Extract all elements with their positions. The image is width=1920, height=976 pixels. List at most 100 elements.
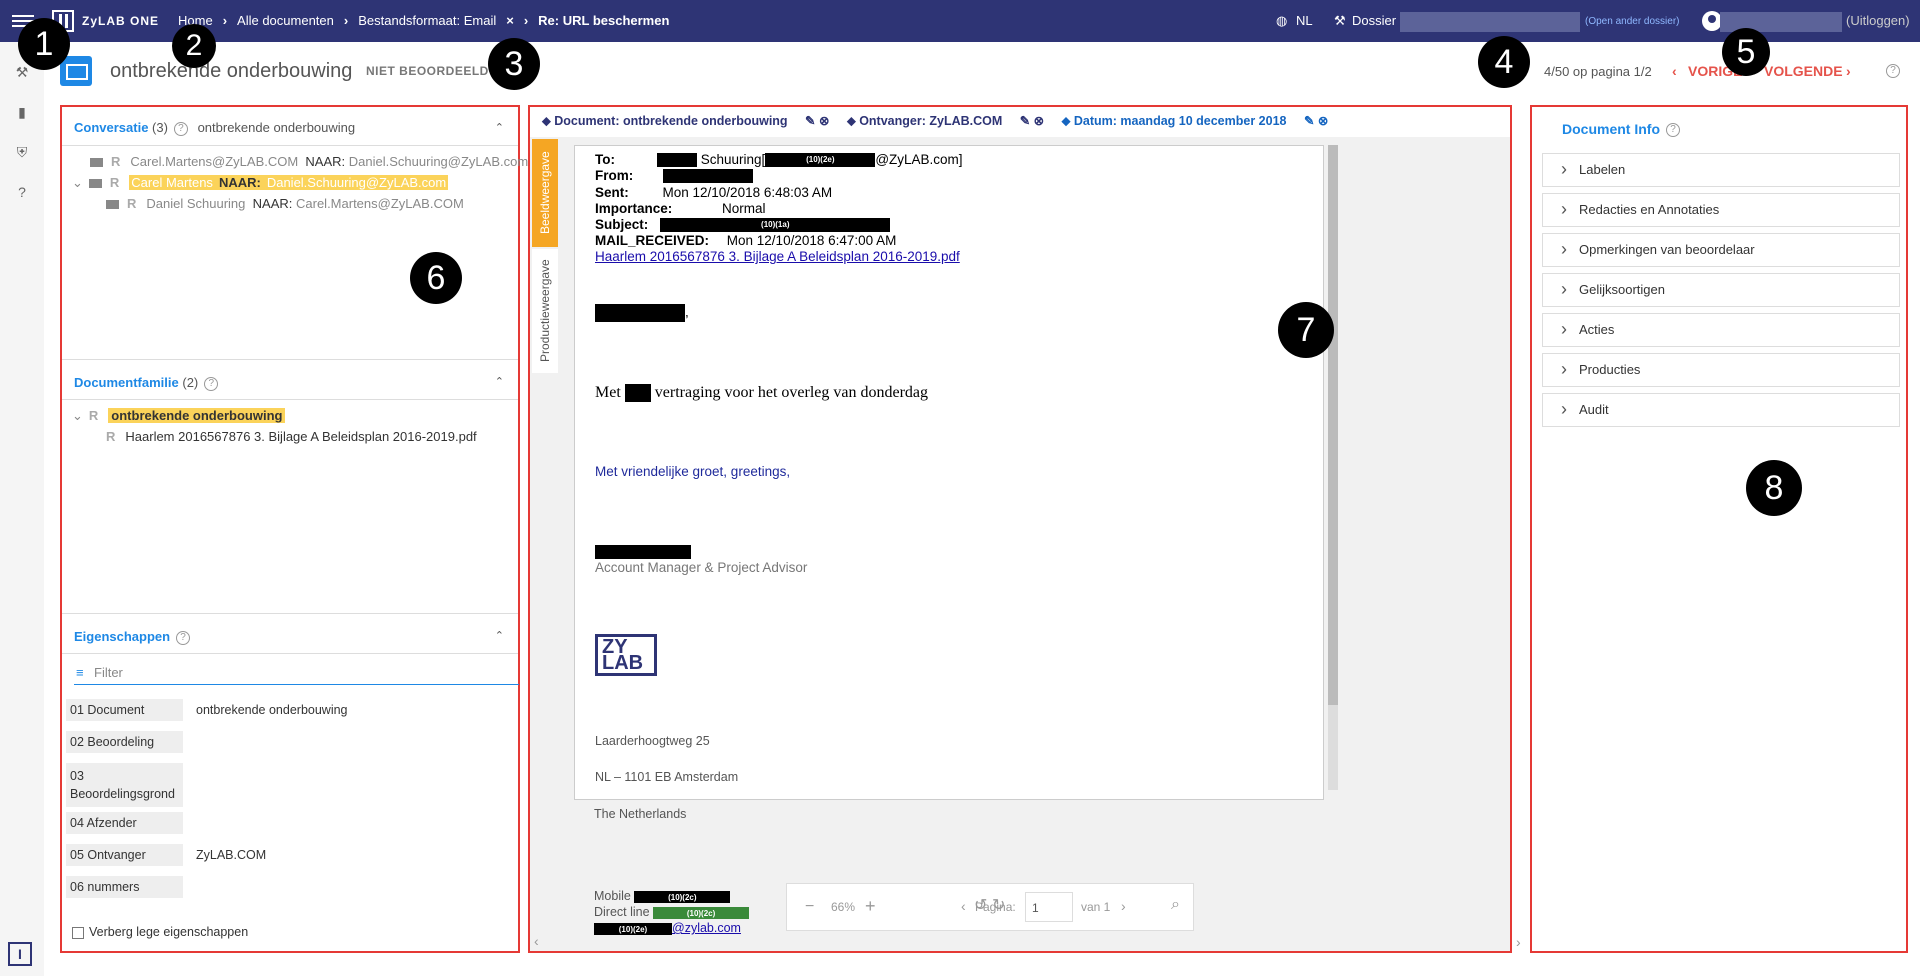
property-value[interactable]: ZyLAB.COM bbox=[192, 844, 270, 866]
zoom-out-icon[interactable]: − bbox=[805, 898, 814, 916]
globe-icon[interactable]: ◍ bbox=[1276, 13, 1287, 29]
chevron-left-icon[interactable]: ‹ bbox=[534, 933, 539, 949]
chevron-right-icon[interactable]: › bbox=[1121, 898, 1126, 914]
zoom-in-icon[interactable]: + bbox=[865, 896, 876, 917]
family-item-selected[interactable]: ⌄ Rontbrekende onderbouwing bbox=[72, 408, 286, 424]
body-text-post: vertraging voor het overleg van donderda… bbox=[654, 384, 929, 401]
tag-date[interactable]: ⬥ Datum: maandag 10 december 2018 ✎ ⊗ bbox=[1062, 114, 1329, 128]
next-button[interactable]: VOLGENDE bbox=[1764, 63, 1843, 79]
vertical-scrollbar[interactable] bbox=[1328, 145, 1338, 790]
property-key: 01 Document bbox=[66, 699, 183, 721]
viewer-panel: ⬥ Document: ontbrekende onderbouwing ✎ ⊗… bbox=[528, 105, 1512, 953]
logout-link[interactable]: (Uitloggen) bbox=[1846, 13, 1910, 28]
redaction bbox=[663, 169, 754, 184]
help-icon[interactable]: ? bbox=[173, 121, 188, 136]
redaction-code: (10)(2e) bbox=[594, 922, 672, 935]
user-avatar-icon[interactable] bbox=[1702, 11, 1722, 31]
dossier-name-redacted bbox=[1400, 12, 1580, 32]
search-icon[interactable]: ⌕ bbox=[1171, 896, 1180, 914]
hide-empty-checkbox[interactable]: Verberg lege eigenschappen bbox=[72, 925, 248, 939]
property-value[interactable] bbox=[192, 731, 200, 739]
conversation-header[interactable]: Conversatie (3)? ontbrekende onderbouwin… bbox=[74, 120, 355, 136]
property-key: 06 nummers bbox=[66, 876, 183, 898]
breadcrumb-file-format[interactable]: Bestandsformaat: Email bbox=[358, 13, 496, 28]
r-icon: R bbox=[111, 154, 121, 169]
tab-production-view[interactable]: Productieweergave bbox=[532, 249, 558, 373]
section-audit[interactable]: Audit bbox=[1542, 393, 1900, 427]
dossier-label[interactable]: Dossier bbox=[1352, 13, 1396, 28]
marker-3: 3 bbox=[488, 38, 540, 90]
help-icon[interactable]: ? bbox=[176, 630, 191, 645]
family-header[interactable]: Documentfamilie (2)? bbox=[74, 375, 219, 391]
divider bbox=[62, 359, 518, 360]
direct-label: Direct line bbox=[594, 905, 650, 919]
open-other-dossier-link[interactable]: (Open ander dossier) bbox=[1585, 16, 1680, 27]
email-body-line: Met vertraging voor het overleg van dond… bbox=[595, 384, 929, 403]
chevron-down-icon[interactable]: ⌄ bbox=[72, 408, 83, 423]
bar-chart-icon[interactable]: ▮ bbox=[14, 104, 30, 120]
importance-label: Importance: bbox=[595, 201, 673, 216]
naar-label: NAAR: bbox=[252, 196, 293, 211]
email-domain[interactable]: @zylab.com bbox=[672, 921, 741, 935]
property-key: 02 Beoordeling bbox=[66, 731, 183, 753]
help-icon[interactable]: ? bbox=[1666, 123, 1680, 138]
conversation-to: Daniel.Schuuring@ZyLAB.com bbox=[348, 154, 529, 169]
chevron-right-icon[interactable]: › bbox=[1516, 934, 1521, 950]
conversation-item[interactable]: R Daniel Schuuring NAAR: Carel.Martens@Zy… bbox=[106, 196, 464, 211]
shield-icon[interactable]: ⛨ bbox=[14, 144, 30, 160]
chevron-right-icon: › bbox=[523, 13, 529, 28]
chevron-left-icon[interactable]: ‹ bbox=[961, 898, 966, 914]
help-icon[interactable]: ? bbox=[204, 376, 219, 391]
attachment-link[interactable]: Haarlem 2016567876 3. Bijlage A Beleidsp… bbox=[595, 249, 960, 264]
breadcrumb-all-documents[interactable]: Alle documenten bbox=[237, 13, 334, 28]
greeting-line: Met vriendelijke groet, greetings, bbox=[595, 464, 791, 479]
conversation-item-selected[interactable]: ⌄ R Carel Martens NAAR: Daniel.Schuuring@ZyL… bbox=[72, 175, 449, 191]
property-value[interactable] bbox=[192, 812, 200, 820]
chevron-up-icon[interactable]: ⌃ bbox=[495, 375, 504, 388]
to-domain: @ZyLAB.com] bbox=[875, 152, 963, 167]
gavel-icon[interactable]: ⚒ bbox=[14, 64, 30, 80]
rotate-left-icon[interactable]: ↺ bbox=[974, 895, 987, 915]
redaction bbox=[595, 545, 691, 560]
mobile-label: Mobile bbox=[594, 889, 631, 903]
conversation-to: Carel.Martens@ZyLAB.COM bbox=[296, 196, 464, 211]
tag-document[interactable]: ⬥ Document: ontbrekende onderbouwing ✎ ⊗ bbox=[542, 114, 829, 128]
page-input[interactable]: 1 bbox=[1025, 892, 1073, 922]
chevron-right-icon[interactable]: › bbox=[1846, 63, 1851, 79]
property-value[interactable] bbox=[192, 876, 200, 884]
property-value[interactable]: ontbrekende onderbouwing bbox=[192, 699, 352, 721]
section-redactions[interactable]: Redacties en Annotaties bbox=[1542, 193, 1900, 227]
email-received-line: MAIL_RECEIVED: Mon 12/10/2018 6:47:00 AM bbox=[595, 233, 896, 248]
section-actions[interactable]: Acties bbox=[1542, 313, 1900, 347]
section-productions[interactable]: Producties bbox=[1542, 353, 1900, 387]
help-icon[interactable]: ? bbox=[1886, 64, 1900, 78]
close-icon[interactable]: × bbox=[506, 13, 514, 28]
chevron-up-icon[interactable]: ⌃ bbox=[495, 629, 504, 642]
help-icon[interactable]: ? bbox=[14, 184, 30, 200]
email-to-line: To: Schuuring[(10)(2e) @ZyLAB.com] bbox=[595, 152, 963, 168]
filter-input[interactable]: Filter bbox=[74, 663, 519, 685]
marker-6: 6 bbox=[410, 252, 462, 304]
section-labels[interactable]: Labelen bbox=[1542, 153, 1900, 187]
rotate-right-icon[interactable]: ↻ bbox=[992, 895, 1005, 915]
tab-image-view[interactable]: Beeldweergave bbox=[532, 139, 558, 247]
chevron-down-icon[interactable]: ⌄ bbox=[72, 175, 83, 190]
section-reviewer-comments[interactable]: Opmerkingen van beoordelaar bbox=[1542, 233, 1900, 267]
subject-label: Subject: bbox=[595, 217, 649, 232]
family-item[interactable]: R Haarlem 2016567876 3. Bijlage A Beleids… bbox=[106, 429, 477, 444]
section-similar[interactable]: Gelijksoortigen bbox=[1542, 273, 1900, 307]
properties-header[interactable]: Eigenschappen? bbox=[74, 629, 191, 645]
email-content: To: Schuuring[(10)(2e) @ZyLAB.com] From: … bbox=[595, 146, 1315, 799]
chevron-up-icon[interactable]: ⌃ bbox=[495, 121, 504, 134]
tag-recipient[interactable]: ⬥ Ontvanger: ZyLAB.COM ✎ ⊗ bbox=[847, 114, 1044, 128]
chevron-left-icon[interactable]: ‹ bbox=[1672, 63, 1677, 79]
checkbox-icon[interactable] bbox=[72, 926, 84, 939]
property-value[interactable] bbox=[192, 763, 200, 771]
brand-logo[interactable]: ZyLAB ONE bbox=[52, 10, 159, 32]
marker-2: 2 bbox=[172, 24, 216, 68]
marker-7: 7 bbox=[1278, 302, 1334, 358]
language-selector[interactable]: NL bbox=[1296, 13, 1313, 28]
conversation-item[interactable]: R Carel.Martens@ZyLAB.COM NAAR: Daniel.Sc… bbox=[90, 154, 528, 169]
email-from-line: From: bbox=[595, 168, 754, 184]
scroll-thumb[interactable] bbox=[1328, 145, 1338, 705]
